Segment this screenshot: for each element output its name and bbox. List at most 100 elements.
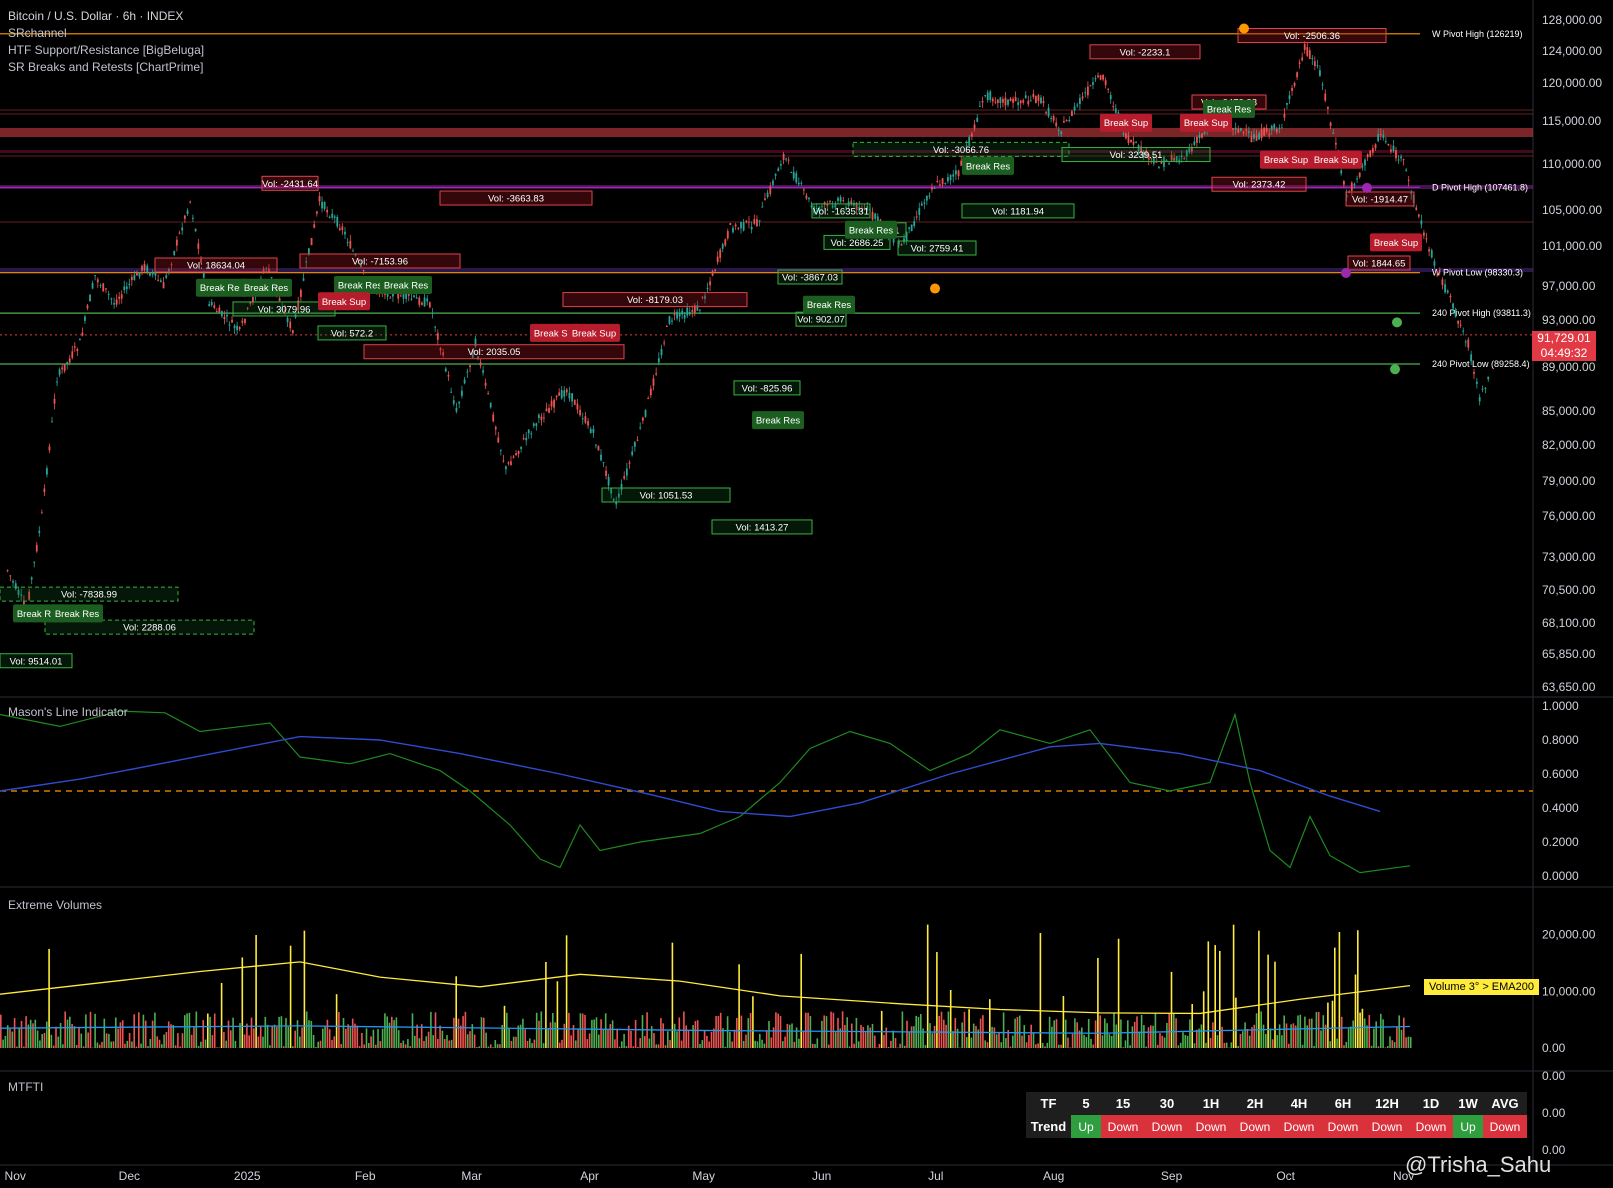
tf-header-label: TF — [1026, 1092, 1071, 1115]
volume-bar — [1000, 1042, 1003, 1048]
price-tick-label: 76,000.00 — [1542, 509, 1596, 523]
candle-body — [933, 187, 936, 189]
candle-body — [600, 454, 602, 461]
candle-body — [515, 453, 517, 456]
volume-bar — [604, 1013, 607, 1048]
volume-bar — [1334, 947, 1336, 1048]
candle-body — [418, 297, 421, 305]
candle-body — [1397, 159, 1400, 161]
candle-body — [1377, 134, 1380, 141]
volume-bar — [1115, 1024, 1118, 1048]
candle-body — [120, 294, 123, 299]
candle-body — [576, 403, 579, 410]
volume-bar — [243, 1034, 246, 1048]
volume-bar — [657, 1044, 660, 1048]
volume-bar — [841, 1011, 844, 1048]
volume-bar — [703, 1030, 706, 1048]
candle-body — [1081, 96, 1084, 99]
candle-body — [545, 408, 548, 412]
volume-bar — [802, 1031, 805, 1048]
candle-body — [181, 227, 184, 231]
volume-bar — [1122, 1047, 1124, 1048]
candle-body — [1293, 82, 1296, 86]
volume-bar — [1127, 1020, 1129, 1048]
volume-bar — [793, 1041, 796, 1048]
candle-body — [1390, 149, 1392, 152]
candle-body — [910, 224, 913, 232]
volume-bar — [669, 1039, 671, 1048]
volume-bar — [694, 1021, 697, 1048]
candle-body — [310, 238, 313, 246]
volume-bar — [381, 1028, 384, 1048]
candle-body — [719, 249, 722, 258]
candle-body — [1099, 75, 1102, 80]
candle-body — [326, 209, 329, 213]
indicator-htf-sr[interactable]: HTF Support/Resistance [BigBeluga] — [8, 43, 204, 57]
candle-body — [1040, 97, 1042, 104]
candle-body — [436, 333, 439, 340]
candle-body — [1086, 86, 1089, 96]
volume-bar — [598, 1034, 600, 1048]
candle-body — [1260, 129, 1263, 139]
volume-bar — [798, 1038, 800, 1048]
candle-body — [149, 272, 151, 276]
volume-bar — [407, 1039, 409, 1048]
volumes-pane-title[interactable]: Extreme Volumes — [8, 898, 102, 912]
volume-bar — [248, 1035, 250, 1048]
indicator-sr-breaks[interactable]: SR Breaks and Retests [ChartPrime] — [8, 60, 203, 74]
volume-bar — [425, 1036, 428, 1048]
candle-body — [130, 276, 133, 281]
volume-bar — [1028, 1034, 1030, 1048]
volume-bar — [1138, 1031, 1141, 1048]
volume-bar — [437, 1038, 439, 1048]
volume-bar — [1253, 1024, 1256, 1048]
volume-bar — [324, 1026, 326, 1048]
time-tick-label: Oct — [1276, 1169, 1295, 1183]
volume-bar — [78, 1027, 80, 1048]
candle-body — [40, 512, 43, 514]
volume-bar — [2, 1039, 4, 1048]
candle-body — [976, 117, 979, 122]
candle-body — [1278, 127, 1281, 129]
volume-bar — [64, 1011, 66, 1048]
candle-body — [33, 561, 36, 563]
candle-body — [466, 371, 469, 373]
volume-bar — [899, 1043, 901, 1048]
chart-canvas[interactable]: W Pivot High (126219) D Pivot High (10746… — [0, 0, 1613, 1188]
mtfti-pane-title[interactable]: MTFTI — [8, 1080, 43, 1094]
volume-bar — [1145, 1046, 1147, 1048]
candle-body — [587, 421, 589, 426]
mason-pane-title[interactable]: Mason's Line Indicator — [8, 705, 128, 719]
indicator-srchannel[interactable]: SRchannel — [8, 26, 67, 40]
volume-bar — [1274, 961, 1276, 1048]
candle-body — [1446, 290, 1449, 293]
candle-body — [573, 399, 576, 405]
volume-bar — [1304, 1016, 1306, 1048]
candle-body — [769, 186, 772, 194]
volume-bar — [363, 1044, 365, 1048]
volume-bar — [660, 1017, 662, 1048]
volume-bar — [448, 1040, 451, 1048]
candle-body — [1462, 330, 1465, 332]
volume-bar — [1143, 1025, 1145, 1048]
volume-bar — [73, 1026, 76, 1048]
candle-body — [915, 216, 918, 218]
volume-bar — [1205, 1042, 1207, 1048]
candle-body — [734, 224, 737, 227]
candle-body — [421, 302, 423, 305]
volume-bar — [680, 1040, 683, 1048]
volume-bar — [945, 1024, 947, 1048]
volume-bar — [995, 1034, 998, 1048]
mtfti-table: TF 5 15 30 1H 2H 4H 6H 12H 1D 1W AVG Tre… — [1026, 1092, 1527, 1138]
volume-bar — [1327, 1002, 1329, 1048]
volume-bar — [508, 1027, 510, 1048]
volume-bar — [186, 1013, 188, 1048]
time-tick-label: Apr — [580, 1169, 599, 1183]
candle-body — [231, 319, 233, 323]
candle-body — [1201, 133, 1203, 138]
volume-bar — [69, 1016, 71, 1048]
volume-bar — [117, 1028, 119, 1048]
candle-body — [291, 330, 294, 334]
volume-bar — [943, 1019, 945, 1048]
candle-body — [563, 390, 566, 397]
